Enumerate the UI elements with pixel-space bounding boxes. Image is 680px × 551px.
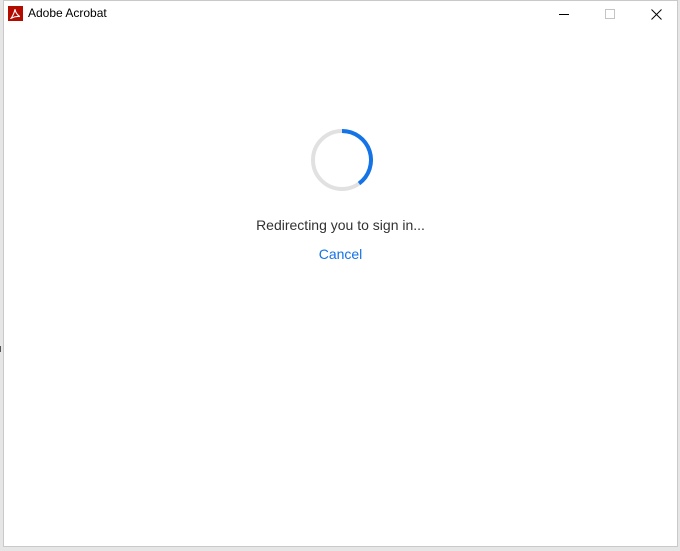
redirect-status-text: Redirecting you to sign in... — [256, 217, 425, 233]
maximize-button[interactable] — [587, 1, 633, 27]
maximize-icon — [605, 9, 615, 19]
window-title: Adobe Acrobat — [28, 6, 107, 20]
close-icon — [650, 8, 662, 20]
spinner-arc — [341, 129, 373, 186]
acrobat-logo-icon — [8, 6, 23, 21]
minimize-button[interactable] — [541, 1, 587, 27]
acrobat-window: Adobe Acrobat Redirecting you to sign in… — [3, 0, 678, 547]
loading-spinner — [311, 129, 373, 191]
cancel-link[interactable]: Cancel — [4, 246, 677, 262]
title-bar[interactable]: Adobe Acrobat — [4, 1, 677, 27]
minimize-icon — [559, 14, 569, 15]
close-button[interactable] — [633, 1, 679, 27]
